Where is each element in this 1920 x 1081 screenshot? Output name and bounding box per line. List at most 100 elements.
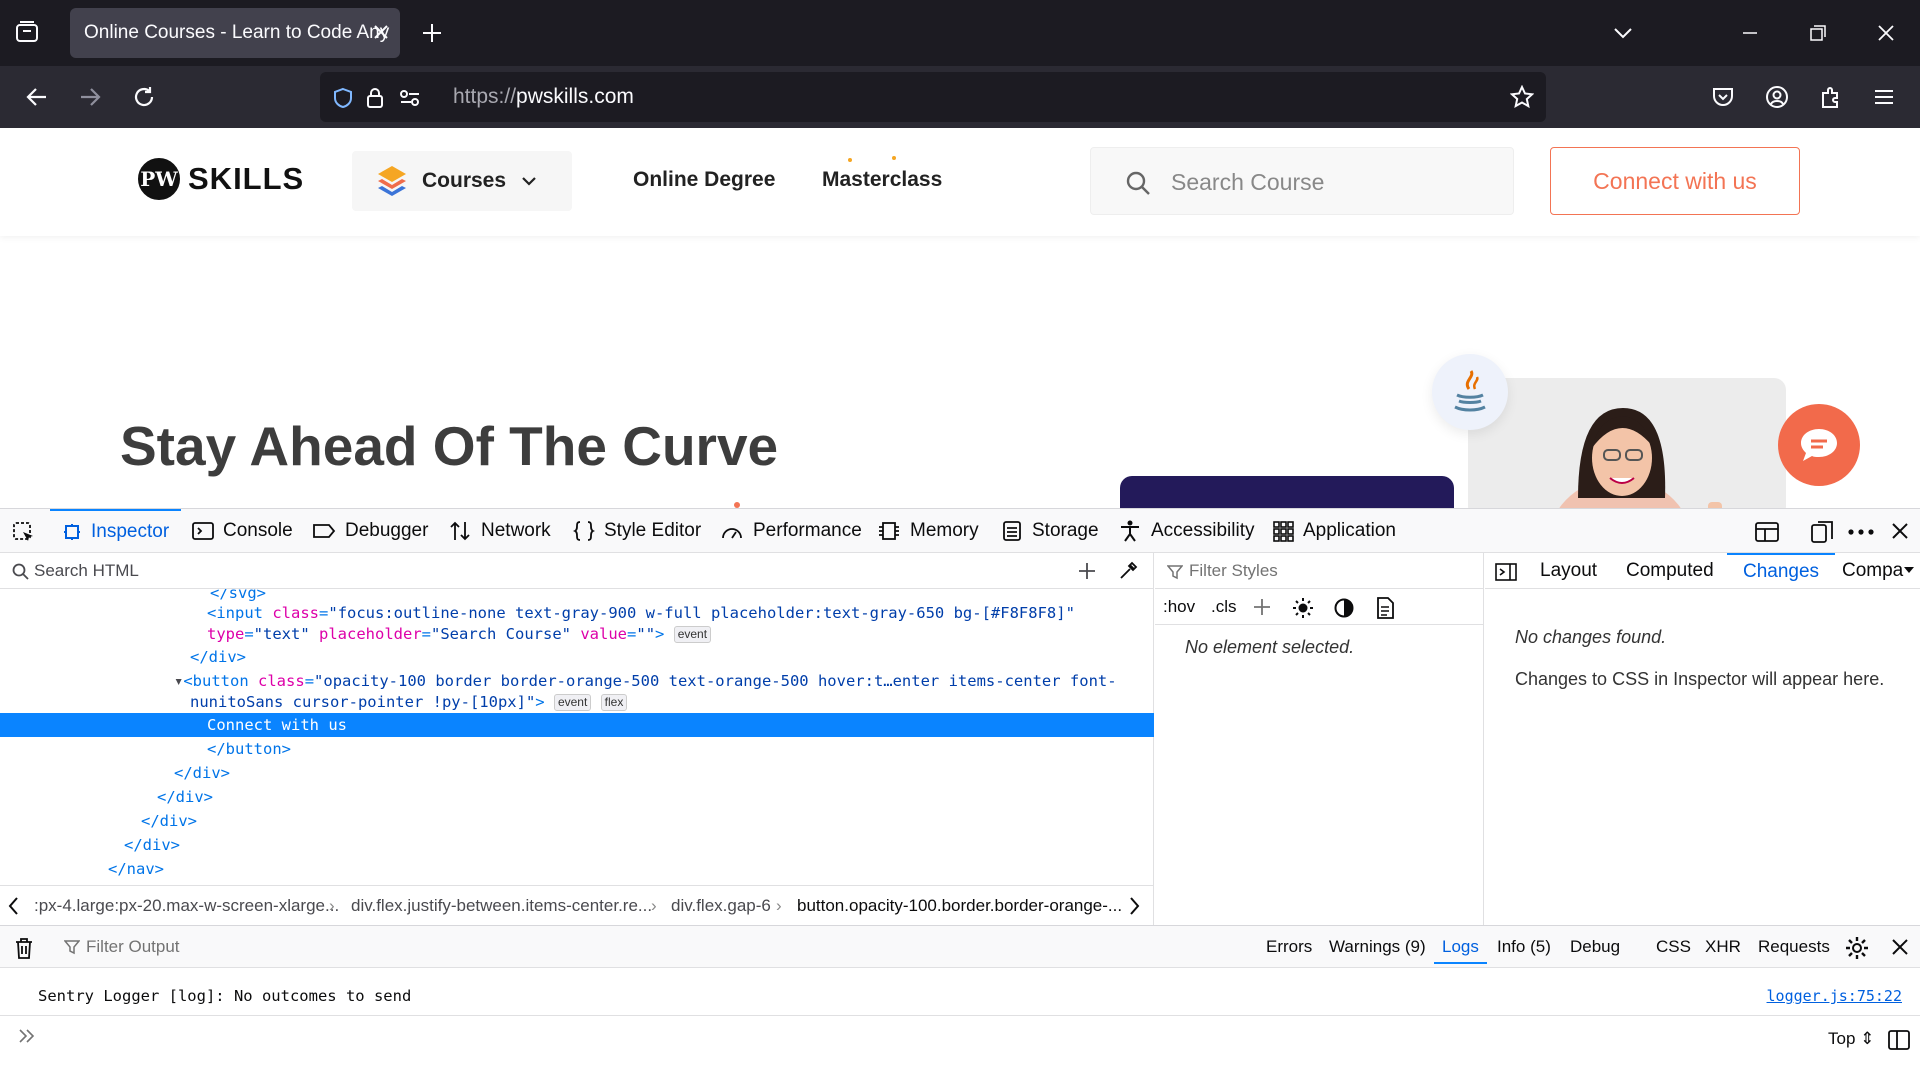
markup-line-close-div[interactable]: </div> bbox=[0, 833, 1154, 857]
filter-xhr[interactable]: XHR bbox=[1705, 926, 1741, 968]
light-theme-sun-icon[interactable] bbox=[1292, 597, 1314, 619]
flex-badge[interactable]: flex bbox=[600, 694, 628, 711]
connect-with-us-button[interactable]: Connect with us bbox=[1550, 147, 1800, 215]
add-node-icon[interactable] bbox=[1077, 561, 1097, 581]
browser-nav-bar: https://pwskills.com bbox=[0, 66, 1920, 128]
site-header: PW SKILLS Courses Online Degree Mastercl… bbox=[0, 128, 1920, 236]
browser-tab-active[interactable]: Online Courses - Learn to Code Any bbox=[70, 8, 400, 58]
console-message-source-link[interactable]: logger.js:75:22 bbox=[1767, 976, 1902, 1016]
search-course-input[interactable]: Search Course bbox=[1090, 147, 1514, 215]
tab-console[interactable]: Console bbox=[192, 509, 293, 553]
clear-console-trash-icon[interactable] bbox=[14, 937, 34, 959]
breadcrumb-scroll-right-icon[interactable] bbox=[1126, 886, 1142, 925]
search-html-input[interactable]: Search HTML bbox=[0, 553, 1154, 589]
breadcrumb-scroll-left-icon[interactable] bbox=[6, 886, 22, 925]
new-tab-icon[interactable] bbox=[420, 21, 444, 45]
tab-network[interactable]: Network bbox=[448, 509, 551, 553]
filter-styles-input[interactable]: Filter Styles bbox=[1155, 553, 1484, 589]
eyedropper-icon[interactable] bbox=[1118, 561, 1138, 581]
context-selector[interactable]: Top ⇕ bbox=[1828, 1022, 1874, 1056]
list-all-tabs-icon[interactable] bbox=[1612, 22, 1634, 44]
tab-changes[interactable]: Changes bbox=[1727, 553, 1836, 589]
filter-info[interactable]: Info (5) bbox=[1497, 926, 1551, 968]
hov-toggle[interactable]: :hov bbox=[1163, 589, 1195, 625]
nav-link-online-degree[interactable]: Online Degree bbox=[633, 168, 775, 192]
tab-accessibility[interactable]: Accessibility bbox=[1118, 509, 1254, 553]
tab-layout[interactable]: Layout bbox=[1540, 553, 1597, 589]
tab-inspector[interactable]: Inspector bbox=[50, 509, 182, 553]
tab-performance[interactable]: Performance bbox=[720, 509, 862, 553]
account-icon[interactable] bbox=[1764, 84, 1790, 110]
tab-application[interactable]: Application bbox=[1272, 509, 1396, 553]
toggle-editor-mode-icon[interactable] bbox=[1888, 1030, 1910, 1050]
tab-compatibility[interactable]: Compa bbox=[1842, 553, 1903, 589]
tab-style-editor[interactable]: Style Editor bbox=[573, 509, 701, 553]
markup-line-selected-text[interactable]: Connect with us bbox=[0, 713, 1154, 737]
back-arrow-icon[interactable] bbox=[24, 84, 50, 110]
filter-logs[interactable]: Logs bbox=[1434, 926, 1487, 964]
reload-icon[interactable] bbox=[131, 84, 157, 110]
print-media-document-icon[interactable] bbox=[1375, 597, 1395, 619]
breadcrumb-item[interactable]: div.flex.justify-between.items-center.re… bbox=[351, 886, 652, 925]
minimize-window-icon[interactable] bbox=[1739, 22, 1761, 44]
event-badge[interactable]: event bbox=[673, 626, 712, 643]
expand-triangle-icon[interactable]: ▾ bbox=[174, 672, 183, 690]
add-rule-icon[interactable] bbox=[1252, 597, 1272, 617]
more-options-icon[interactable] bbox=[1848, 529, 1874, 535]
console-settings-gear-icon[interactable] bbox=[1845, 936, 1869, 960]
markup-line-close-div[interactable]: </div> bbox=[0, 645, 1154, 669]
markup-line-close-nav[interactable]: </nav> bbox=[0, 857, 1154, 881]
extensions-icon[interactable] bbox=[1818, 84, 1844, 110]
tab-debugger[interactable]: Debugger bbox=[312, 509, 428, 553]
cls-toggle[interactable]: .cls bbox=[1211, 589, 1237, 625]
toggle-3-pane-icon[interactable] bbox=[1495, 563, 1517, 599]
breadcrumb-item[interactable]: :px-4.large:px-20.max-w-screen-xlarge... bbox=[34, 886, 339, 925]
filter-warnings[interactable]: Warnings (9) bbox=[1329, 926, 1426, 968]
dock-position-icon[interactable] bbox=[1810, 521, 1834, 543]
console-input-prompt-icon[interactable] bbox=[18, 1028, 36, 1044]
bookmark-star-icon[interactable] bbox=[1510, 85, 1534, 109]
courses-dropdown-button[interactable]: Courses bbox=[352, 151, 572, 211]
breadcrumb-item-selected[interactable]: button.opacity-100.border.border-orange-… bbox=[797, 886, 1122, 925]
chat-support-button[interactable] bbox=[1778, 404, 1860, 486]
permissions-icon[interactable] bbox=[398, 87, 422, 109]
markup-line-input-cont[interactable]: type="text" placeholder="Search Course" … bbox=[0, 622, 1154, 646]
close-devtools-icon[interactable] bbox=[1890, 521, 1910, 541]
performance-gauge-icon bbox=[720, 520, 744, 542]
event-badge[interactable]: event bbox=[553, 694, 592, 711]
restore-window-icon[interactable] bbox=[1807, 22, 1829, 44]
more-tabs-dropdown-icon[interactable] bbox=[1903, 566, 1915, 602]
markup-line-close-button[interactable]: </button> bbox=[0, 737, 1154, 761]
dark-theme-contrast-icon[interactable] bbox=[1333, 597, 1355, 619]
tab-memory[interactable]: Memory bbox=[877, 509, 979, 553]
chevron-down-icon bbox=[520, 172, 538, 190]
toggle-sidebar-layout-icon[interactable] bbox=[1755, 521, 1779, 543]
pocket-icon[interactable] bbox=[1710, 84, 1736, 110]
lock-icon[interactable] bbox=[364, 87, 386, 109]
tab-storage[interactable]: Storage bbox=[1001, 509, 1099, 553]
filter-errors[interactable]: Errors bbox=[1266, 926, 1312, 968]
app-menu-icon[interactable] bbox=[1871, 84, 1897, 110]
java-icon bbox=[1432, 354, 1508, 430]
site-logo[interactable]: PW SKILLS bbox=[138, 158, 304, 200]
markup-line-close-div[interactable]: </div> bbox=[0, 785, 1154, 809]
close-tab-icon[interactable] bbox=[372, 23, 390, 41]
filter-css[interactable]: CSS bbox=[1656, 926, 1691, 968]
tracking-shield-icon[interactable] bbox=[332, 87, 354, 109]
filter-requests[interactable]: Requests bbox=[1758, 926, 1830, 968]
close-window-icon[interactable] bbox=[1875, 22, 1897, 44]
address-bar[interactable]: https://pwskills.com bbox=[320, 72, 1546, 122]
filter-output-input[interactable]: Filter Output bbox=[86, 926, 180, 968]
filter-debug[interactable]: Debug bbox=[1570, 926, 1620, 968]
markup-line-close-div[interactable]: </div> bbox=[0, 761, 1154, 785]
tab-computed[interactable]: Computed bbox=[1626, 553, 1714, 589]
console-message[interactable]: Sentry Logger [log]: No outcomes to send… bbox=[0, 976, 1920, 1016]
breadcrumb-item[interactable]: div.flex.gap-6 bbox=[671, 886, 771, 925]
forward-arrow-icon[interactable] bbox=[77, 84, 103, 110]
element-picker-icon[interactable] bbox=[12, 521, 36, 545]
markup-line-close-div[interactable]: </div> bbox=[0, 809, 1154, 833]
markup-line-button-cont[interactable]: nunitoSans cursor-pointer !py-[10px]"> e… bbox=[0, 690, 1154, 714]
tab-overview-icon[interactable] bbox=[14, 19, 40, 45]
nav-link-masterclass[interactable]: Masterclass bbox=[822, 168, 942, 192]
close-split-console-icon[interactable] bbox=[1890, 937, 1910, 957]
